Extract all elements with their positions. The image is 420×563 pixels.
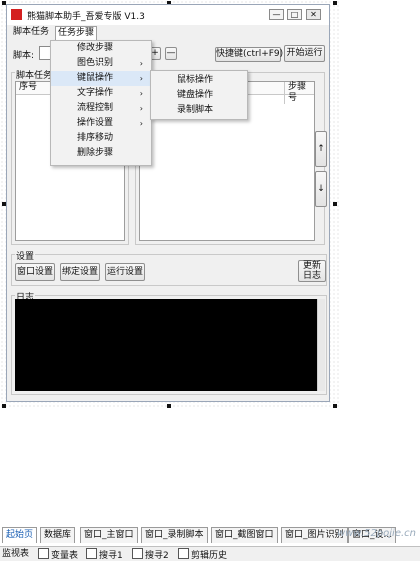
window-settings-button[interactable]: 窗口设置 [15, 263, 55, 281]
minimize-button[interactable]: — [269, 9, 284, 20]
move-up-button[interactable]: ↑ [315, 131, 327, 167]
menu-item-label: 图色识别 [77, 58, 114, 68]
menu-item-delete-step[interactable]: 删除步骤 [51, 146, 151, 161]
status-label: 剪辑历史 [191, 551, 228, 561]
menu-item-label: 修改步骤 [77, 43, 114, 53]
chevron-right-icon: › [139, 119, 143, 128]
column-header-step[interactable]: 步骤号 [284, 82, 314, 104]
status-label: 监视表 [2, 549, 30, 559]
menu-item-flow-control[interactable]: 流程控制 › [51, 101, 151, 116]
submenu-item-mouse[interactable]: 鼠标操作 [151, 73, 247, 88]
search2-icon [132, 548, 143, 559]
menu-item-sort-move[interactable]: 排序移动 [51, 131, 151, 146]
log-scrollbar[interactable] [317, 299, 325, 391]
doc-tab-start[interactable]: 起始页 [2, 527, 38, 543]
status-search1[interactable]: 搜寻1 [86, 548, 123, 561]
remove-button[interactable]: — [165, 47, 177, 60]
selection-handle[interactable] [333, 202, 337, 206]
submenu-item-keyboard[interactable]: 键盘操作 [151, 88, 247, 103]
chevron-right-icon: › [139, 89, 143, 98]
log-output[interactable] [15, 299, 317, 391]
bind-settings-button[interactable]: 绑定设置 [60, 263, 100, 281]
group-title: 脚本任务 [15, 68, 54, 81]
title-bar: 熊猫脚本助手_吾爱专版 V1.3 — □ ✕ [7, 5, 329, 25]
update-log-button[interactable]: 更新 日志 [298, 260, 326, 282]
app-icon [11, 9, 22, 20]
menu-item-label: 删除步骤 [77, 148, 114, 158]
search1-icon [86, 548, 97, 559]
doc-tab-database[interactable]: 数据库 [40, 527, 76, 543]
clip-history-icon [178, 548, 189, 559]
variables-icon [38, 548, 49, 559]
tab-task-steps[interactable]: 任务步骤 [55, 26, 98, 41]
menu-item-image-color[interactable]: 图色识别 › [51, 56, 151, 71]
context-menu: 修改步骤 图色识别 › 键鼠操作 › 文字操作 › 流程控制 › 操作设置 › 排序移动 … [50, 40, 152, 166]
tab-script-tasks[interactable]: 脚本任务 [11, 26, 51, 40]
submenu-keyboard-mouse: 鼠标操作 键盘操作 录制脚本 [150, 70, 248, 120]
menu-item-label: 排序移动 [77, 133, 114, 143]
status-bar: 监视表 变量表 搜寻1 搜寻2 剪辑历史 [0, 546, 420, 561]
selection-handle[interactable] [2, 404, 6, 408]
status-label: 搜寻2 [145, 551, 169, 561]
move-down-button[interactable]: ↓ [315, 171, 327, 207]
status-label: 变量表 [51, 551, 79, 561]
menu-item-label: 操作设置 [77, 118, 114, 128]
menu-item-modify-step[interactable]: 修改步骤 [51, 41, 151, 56]
selection-handle[interactable] [333, 404, 337, 408]
menu-item-label: 键鼠操作 [77, 73, 114, 83]
window-title: 熊猫脚本助手_吾爱专版 V1.3 [27, 12, 145, 22]
doc-tab-main-window[interactable]: 窗口_主窗口 [80, 527, 138, 543]
selection-handle[interactable] [167, 404, 171, 408]
settings-group [11, 254, 327, 286]
run-settings-button[interactable]: 运行设置 [105, 263, 145, 281]
maximize-button[interactable]: □ [287, 9, 302, 20]
status-search2[interactable]: 搜寻2 [132, 548, 169, 561]
selection-handle[interactable] [333, 1, 337, 5]
settings-title: 设置 [15, 249, 36, 262]
watermark: www.52pojie.cn [337, 528, 416, 539]
status-variables[interactable]: 变量表 [38, 548, 78, 561]
status-clip-history[interactable]: 剪辑历史 [178, 548, 227, 561]
hotkey-button[interactable]: 快捷键(ctrl+F9) [215, 47, 283, 62]
status-monitor[interactable]: 监视表 [2, 548, 29, 561]
chevron-right-icon: › [139, 104, 143, 113]
close-button[interactable]: ✕ [306, 9, 321, 20]
doc-tab-record-window[interactable]: 窗口_录制脚本 [141, 527, 208, 543]
script-label: 脚本: [13, 51, 35, 61]
chevron-right-icon: › [139, 74, 143, 83]
chevron-right-icon: › [139, 59, 143, 68]
status-label: 搜寻1 [99, 551, 123, 561]
submenu-item-record[interactable]: 录制脚本 [151, 103, 247, 118]
menu-item-label: 流程控制 [77, 103, 114, 113]
menu-item-op-settings[interactable]: 操作设置 › [51, 116, 151, 131]
menu-item-keyboard-mouse[interactable]: 键鼠操作 › [51, 71, 151, 86]
menu-item-label: 文字操作 [77, 88, 114, 98]
doc-tab-capture-window[interactable]: 窗口_截图窗口 [211, 527, 278, 543]
menu-item-text-ops[interactable]: 文字操作 › [51, 86, 151, 101]
run-button[interactable]: 开始运行 [284, 45, 325, 62]
